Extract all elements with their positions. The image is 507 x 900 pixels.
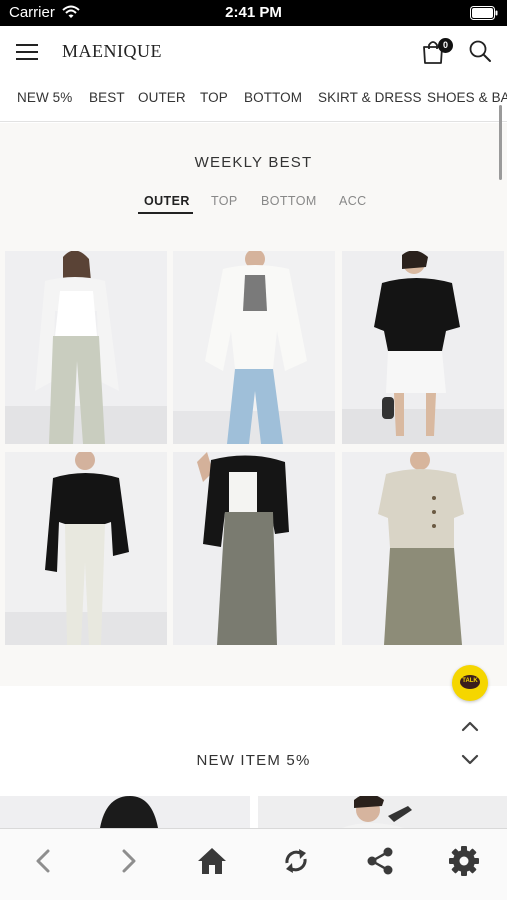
chevron-left-icon [36,849,50,873]
kakao-talk-button[interactable]: TALK [452,665,488,701]
tab-acc[interactable]: ACC [339,194,367,208]
home-icon [198,848,226,874]
tab-top[interactable]: TOP [211,194,238,208]
active-tab-indicator [138,212,193,214]
brand-logo[interactable]: MAENIQUE [62,41,162,62]
category-new[interactable]: NEW 5% [17,90,72,105]
category-best[interactable]: BEST [89,90,125,105]
scrollbar-thumb[interactable] [499,105,502,180]
category-outer[interactable]: OUTER [138,90,186,105]
clock: 2:41 PM [225,4,282,21]
chevron-right-icon [122,849,136,873]
share-icon [367,847,393,875]
status-bar: Carrier 2:41 PM [0,0,507,26]
settings-button[interactable] [448,845,480,877]
product-image[interactable] [342,452,504,645]
forward-button[interactable] [112,845,144,877]
product-image[interactable] [173,251,335,444]
back-button[interactable] [28,845,60,877]
bottom-toolbar [0,828,507,900]
category-skirt-dress[interactable]: SKIRT & DRESS [318,90,422,105]
app-header: MAENIQUE 0 [0,26,507,78]
talk-label: TALK [462,678,478,684]
share-button[interactable] [364,845,396,877]
product-image[interactable] [258,796,507,828]
category-bottom[interactable]: BOTTOM [244,90,302,105]
category-nav: NEW 5% BEST OUTER TOP BOTTOM SKIRT & DRE… [0,78,507,122]
tab-outer[interactable]: OUTER [144,194,190,208]
product-image[interactable] [5,251,167,444]
home-button[interactable] [196,845,228,877]
product-image[interactable] [5,452,167,645]
product-image[interactable] [173,452,335,645]
weekly-best-section: WEEKLY BEST OUTER TOP BOTTOM ACC [0,123,507,686]
category-top[interactable]: TOP [200,90,228,105]
cart-count-badge: 0 [438,38,453,53]
tab-bottom[interactable]: BOTTOM [261,194,317,208]
category-shoes-bag[interactable]: SHOES & BAG [427,90,507,105]
weekly-best-title: WEEKLY BEST [194,154,313,171]
gear-icon [449,846,479,876]
search-icon[interactable] [468,39,492,63]
scroll-to-bottom-button[interactable] [460,752,480,768]
product-image[interactable] [0,796,250,828]
new-item-title: NEW ITEM 5% [196,752,311,769]
app-screen: Carrier 2:41 PM MAENIQUE 0 NEW 5% BEST O… [0,0,507,900]
battery-icon [470,6,498,20]
refresh-icon [285,849,307,873]
main-content[interactable]: WEEKLY BEST OUTER TOP BOTTOM ACC NEW ITE… [0,123,507,828]
product-image[interactable] [342,251,504,444]
scroll-to-top-button[interactable] [460,718,480,734]
menu-icon[interactable] [16,42,40,62]
refresh-button[interactable] [280,845,312,877]
